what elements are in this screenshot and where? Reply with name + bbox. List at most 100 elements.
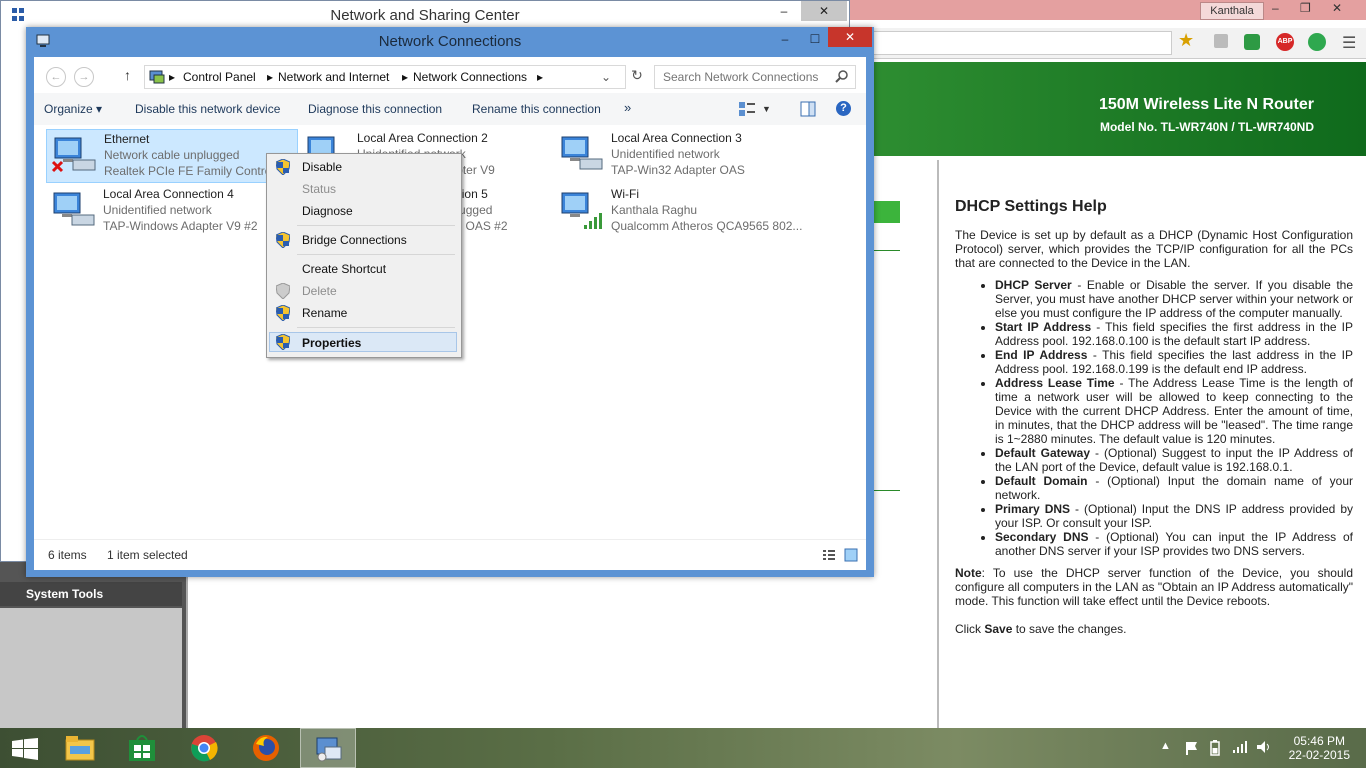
browser-title-strip: Kanthala – ❐ ✕ <box>848 0 1366 20</box>
help-list-item: Default Domain - (Optional) Input the do… <box>995 474 1353 502</box>
connection-item-wifi[interactable]: Wi-Fi Kanthala Raghu Qualcomm Atheros QC… <box>554 185 804 237</box>
nc-minimize-button[interactable]: – <box>768 29 802 49</box>
diagnose-connection-button[interactable]: Diagnose this connection <box>308 102 442 116</box>
store-icon <box>129 735 155 761</box>
connection-status: Kanthala Raghu <box>611 203 698 217</box>
network-connections-taskbar-button[interactable] <box>300 728 356 768</box>
browser-user-badge[interactable]: Kanthala <box>1200 2 1264 20</box>
up-button[interactable]: ↑ <box>124 67 131 83</box>
menu-item-bridge-connections[interactable]: Bridge Connections <box>269 230 457 250</box>
nsc-minimize-button[interactable]: – <box>767 1 801 21</box>
control-panel-icon <box>149 70 165 84</box>
selection-count: 1 item selected <box>107 548 188 562</box>
extension-icon[interactable] <box>1214 34 1228 48</box>
sidebar-lower <box>0 608 182 728</box>
store-taskbar-button[interactable] <box>114 728 170 768</box>
grammarly-icon[interactable] <box>1308 33 1326 51</box>
file-explorer-taskbar-button[interactable] <box>52 728 108 768</box>
clock[interactable]: 05:46 PM 22-02-2015 <box>1289 734 1350 762</box>
router-divider <box>874 250 900 251</box>
uac-shield-icon <box>276 334 290 350</box>
firefox-taskbar-button[interactable] <box>238 728 294 768</box>
help-list-item: End IP Address - This field specifies th… <box>995 348 1353 376</box>
nc-close-button[interactable]: ✕ <box>828 27 872 47</box>
chrome-taskbar-button[interactable] <box>176 728 232 768</box>
organize-button[interactable]: Organize ▾ <box>44 102 102 116</box>
back-button[interactable]: ← <box>46 67 66 87</box>
network-adapter-icon <box>53 192 95 226</box>
router-model: Model No. TL-WR740N / TL-WR740ND <box>1099 120 1314 134</box>
search-icon[interactable] <box>835 70 849 84</box>
menu-item-create-shortcut[interactable]: Create Shortcut <box>269 259 457 279</box>
volume-icon[interactable] <box>1256 740 1272 754</box>
connection-item-lan-4[interactable]: Local Area Connection 4 Unidentified net… <box>46 185 296 237</box>
help-icon[interactable]: ? <box>836 101 851 116</box>
menu-separator <box>297 327 455 328</box>
connection-status: Network cable unplugged <box>104 148 240 162</box>
browser-restore-button[interactable]: ❐ <box>1300 1 1311 15</box>
context-menu: Disable Status Diagnose Bridge Connectio… <box>266 153 462 358</box>
address-bar[interactable]: ▸ Control Panel ▸ Network and Internet ▸… <box>144 65 626 89</box>
show-hidden-icons-button[interactable]: ▲ <box>1160 740 1171 752</box>
taskbar: ▲ 05:46 PM 22-02-2015 <box>0 728 1366 768</box>
breadcrumb-separator: ▸ <box>537 70 544 84</box>
help-title: DHCP Settings Help <box>955 198 1107 215</box>
details-view-icon[interactable] <box>822 548 836 562</box>
menu-item-status: Status <box>302 182 337 196</box>
uac-shield-icon <box>276 159 290 175</box>
windows-logo-icon <box>12 738 38 760</box>
forward-button[interactable]: → <box>74 67 94 87</box>
connection-item-ethernet[interactable]: Ethernet Network cable unplugged Realtek… <box>46 129 298 183</box>
menu-item-delete: Delete <box>269 281 457 301</box>
refresh-extension-icon[interactable] <box>1244 34 1260 50</box>
battery-icon[interactable] <box>1208 740 1222 756</box>
nc-maximize-button[interactable]: ☐ <box>798 29 832 49</box>
disable-device-button[interactable]: Disable this network device <box>135 102 280 116</box>
menu-icon[interactable]: ☰ <box>1342 33 1356 53</box>
nsc-title: Network and Sharing Center <box>330 7 520 24</box>
command-bar: Organize ▾ Disable this network device D… <box>34 93 866 126</box>
network-signal-icon[interactable] <box>1232 740 1248 754</box>
rename-connection-button[interactable]: Rename this connection <box>472 102 601 116</box>
nc-title: Network Connections <box>378 33 522 50</box>
file-explorer-icon <box>65 736 95 761</box>
browser-minimize-button[interactable]: – <box>1272 1 1279 15</box>
firefox-icon <box>253 735 279 761</box>
view-options-icon[interactable] <box>738 101 756 117</box>
clock-time: 05:46 PM <box>1293 734 1345 748</box>
breadcrumb-network-connections[interactable]: Network Connections <box>413 70 527 84</box>
action-center-flag-icon[interactable] <box>1184 741 1198 755</box>
chrome-icon <box>191 735 218 762</box>
sidebar-item-system-tools[interactable]: System Tools <box>0 582 182 606</box>
browser-close-button[interactable]: ✕ <box>1332 1 1342 15</box>
menu-item-rename[interactable]: Rename <box>269 303 457 323</box>
uac-shield-icon <box>276 232 290 248</box>
help-list: DHCP Server - Enable or Disable the serv… <box>955 278 1353 558</box>
search-box <box>654 65 856 89</box>
view-dropdown-icon[interactable]: ▼ <box>762 104 771 114</box>
address-dropdown-icon[interactable]: ⌄ <box>601 70 611 84</box>
refresh-icon[interactable]: ↻ <box>628 67 646 85</box>
help-intro: The Device is set up by default as a DHC… <box>955 228 1353 270</box>
menu-item-properties[interactable]: Properties <box>269 332 457 352</box>
menu-item-diagnose[interactable]: Diagnose <box>269 201 457 221</box>
large-icons-view-icon[interactable] <box>844 548 858 562</box>
bookmark-star-icon[interactable]: ★ <box>1178 30 1194 51</box>
connection-status: Unidentified network <box>611 147 720 161</box>
start-button[interactable] <box>0 728 50 768</box>
adblock-icon[interactable]: ABP <box>1276 33 1294 51</box>
menu-item-disable[interactable]: Disable <box>269 157 457 177</box>
connection-status: Unidentified network <box>103 203 212 217</box>
help-list-item: Start IP Address - This field specifies … <box>995 320 1353 348</box>
connection-adapter: TAP-Win32 Adapter OAS <box>611 163 745 177</box>
nsc-close-button[interactable]: ✕ <box>801 1 847 21</box>
preview-pane-icon[interactable] <box>800 101 816 117</box>
more-commands-button[interactable]: » <box>624 100 631 115</box>
connection-item-lan-3[interactable]: Local Area Connection 3 Unidentified net… <box>554 129 804 181</box>
breadcrumb-control-panel[interactable]: Control Panel <box>183 70 256 84</box>
help-list-item: Primary DNS - (Optional) Input the DNS I… <box>995 502 1353 530</box>
router-product-name: 150M Wireless Lite N Router <box>1098 96 1314 113</box>
search-input[interactable] <box>661 69 835 85</box>
breadcrumb-network-internet[interactable]: Network and Internet <box>278 70 389 84</box>
url-field[interactable] <box>848 31 1172 55</box>
